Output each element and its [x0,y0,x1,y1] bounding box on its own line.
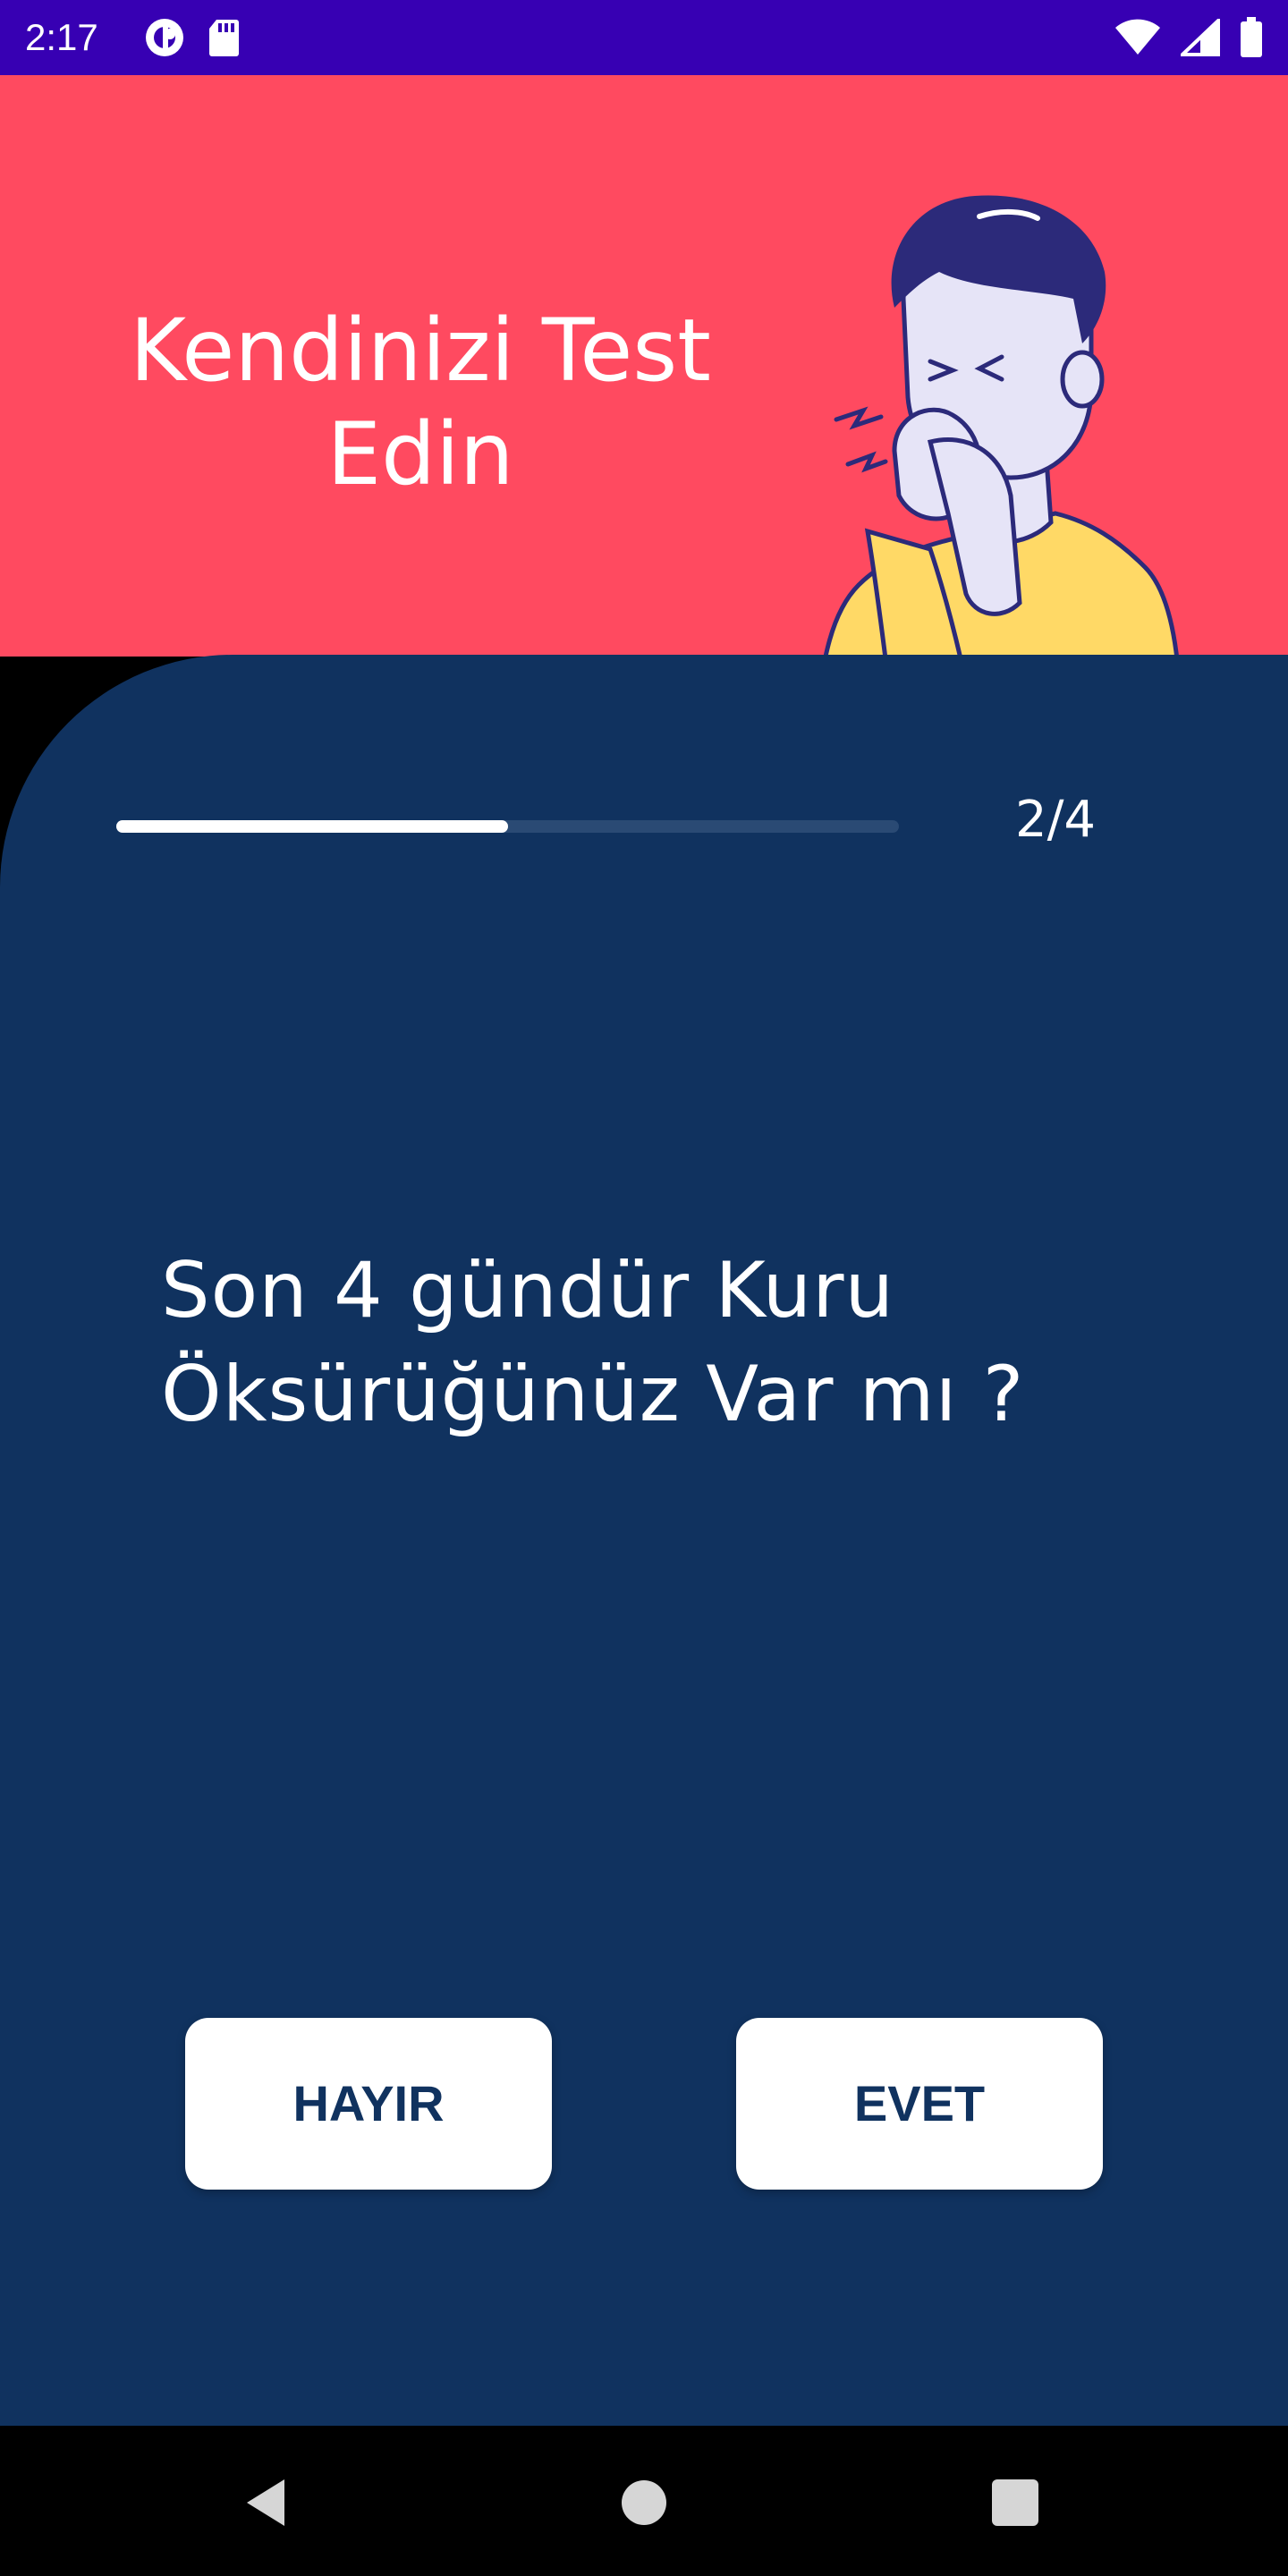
cell-signal-icon [1181,19,1220,56]
recents-icon[interactable] [987,2474,1044,2531]
no-button[interactable]: HAYIR [185,2018,552,2190]
header-banner: Kendinizi Test Edin [0,75,1288,732]
status-time: 2:17 [25,16,98,58]
status-bar: 2:17 [0,0,1288,75]
back-icon[interactable] [240,2474,297,2531]
question-text: Son 4 gündür Kuru Öksürüğünüz Var mı ? [161,1246,1025,1439]
sd-card-icon [209,20,239,56]
progress-bar-fill [116,820,508,833]
progress-label: 2/4 [1014,791,1097,849]
pocket-casts-icon [146,19,183,56]
progress-bar [116,820,899,833]
page-title: Kendinizi Test Edin [130,301,711,504]
app-screen: 2:17 Kendinizi Test Edin 2/4 Son 4 gündü… [0,0,1288,2576]
wifi-icon [1115,19,1160,55]
status-icons-right [1114,16,1263,59]
battery-icon [1241,17,1262,57]
navigation-bar [0,2426,1288,2576]
home-icon[interactable] [615,2474,673,2531]
status-icons-left [143,18,240,57]
yes-button[interactable]: EVET [736,2018,1103,2190]
coughing-person-illustration [811,195,1183,732]
